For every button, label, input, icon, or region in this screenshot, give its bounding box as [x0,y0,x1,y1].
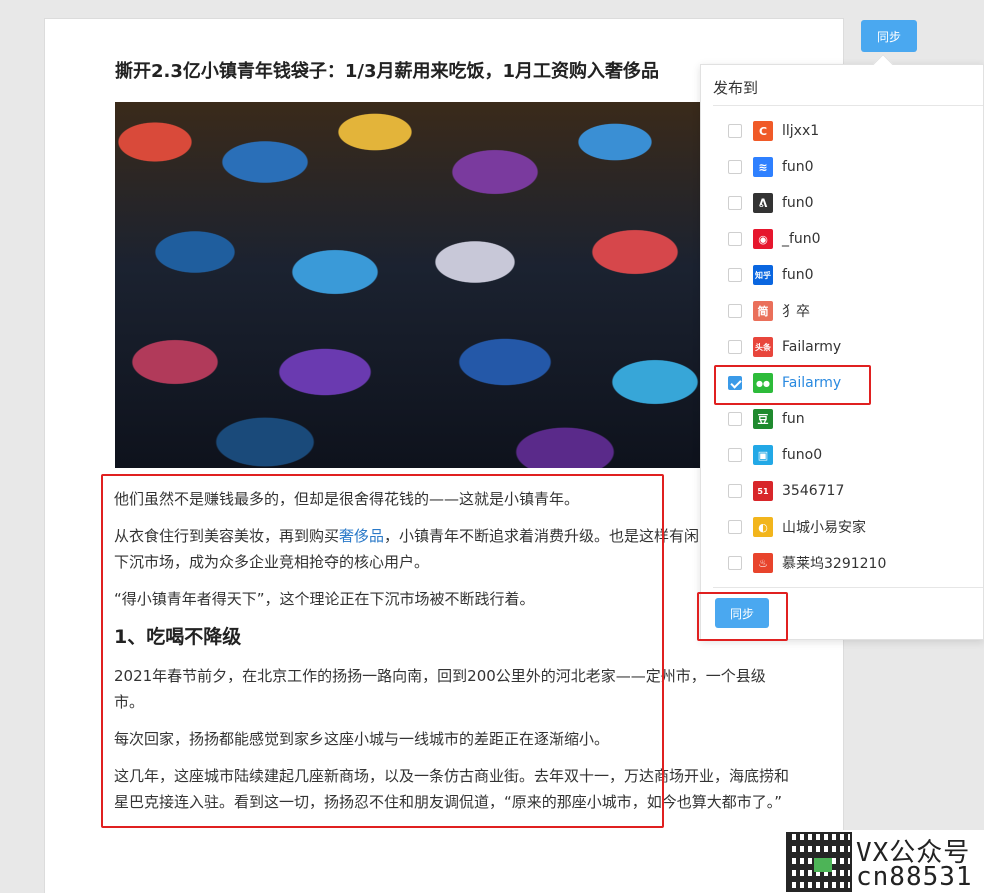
platform-item[interactable]: 头条 Failarmy [701,329,984,365]
platform-checkbox[interactable] [728,340,742,354]
panel-sync-button[interactable]: 同步 [715,598,769,628]
article-paragraph: 这几年，这座城市陆续建起几座新商场，以及一条仿古商业街。去年双十一，万达商场开业… [114,767,790,811]
platform-account-name: 3546717 [782,483,845,499]
segmentfault-icon: ᕕ [753,193,773,213]
platform-checkbox[interactable] [728,520,742,534]
platform-checkbox[interactable] [728,376,742,390]
platform-account-name: 犭卒 [782,304,810,320]
platform-account-name: fun0 [782,159,814,175]
platform-account-name: fun [782,411,805,427]
wechat-icon: ●● [753,373,773,393]
platform-account-name: lljxx1 [782,123,820,139]
platform-checkbox[interactable] [728,412,742,426]
article-paragraph: 他们虽然不是赚钱最多的，但却是很舍得花钱的——这就是小镇青年。 [114,490,580,508]
platform-checkbox[interactable] [728,448,742,462]
bilibili-icon: ▣ [753,445,773,465]
watermark-line2: cn88531 [856,862,973,892]
luxury-link[interactable]: 奢侈品 [339,527,384,545]
sohu-icon: ◐ [753,517,773,537]
platform-item[interactable]: ♨ 慕莱坞3291210 [701,545,984,581]
platform-checkbox[interactable] [728,160,742,174]
platform-item[interactable]: ◉ _fun0 [701,221,984,257]
platform-item[interactable]: Clljxx1 [701,113,984,149]
51cto-icon: 51 [753,481,773,501]
platform-account-name: _fun0 [782,231,821,247]
qr-code-icon [786,832,852,892]
jianshu-icon: 简 [753,301,773,321]
watermark: VX公众号 cn88531 [784,830,984,893]
divider [713,105,983,106]
article-paragraph: 每次回家，扬扬都能感觉到家乡这座小城与一线城市的差距正在逐渐缩小。 [114,730,610,748]
douban-icon: 豆 [753,409,773,429]
platform-checkbox[interactable] [728,268,742,282]
platform-checkbox[interactable] [728,484,742,498]
section-heading: 1、吃喝不降级 [114,626,242,648]
platform-checkbox[interactable] [728,232,742,246]
platform-item[interactable]: ᕕ fun0 [701,185,984,221]
platform-item[interactable]: 简犭卒 [701,293,984,329]
platform-item[interactable]: 知乎 fun0 [701,257,984,293]
platform-item[interactable]: ◐ 山城小易安家 [701,509,984,545]
toutiao-icon: 头条 [753,337,773,357]
publish-panel: 发布到 Clljxx1 ≋ fun0 ᕕ fun0 ◉ _fun0 知乎 fun0 简犭卒头条 Fa… [700,64,984,640]
platform-checkbox[interactable] [728,304,742,318]
platform-account-name: funo0 [782,447,823,463]
paragraph-text: 从衣食住行到美容美妆，再到购买 [114,527,340,545]
divider [713,587,983,588]
platform-account-name: 慕莱坞3291210 [782,556,887,572]
platform-item[interactable]: ≋ fun0 [701,149,984,185]
platform-item[interactable]: 51 3546717 [701,473,984,509]
article-hero-image [115,102,715,468]
platform-checkbox[interactable] [728,124,742,138]
platform-account-name: Failarmy [782,339,842,355]
platform-account-name: Failarmy [782,375,842,391]
platform-account-name: fun0 [782,195,814,211]
platform-list: Clljxx1 ≋ fun0 ᕕ fun0 ◉ _fun0 知乎 fun0 简犭卒头条 Failar… [701,113,984,581]
sync-button[interactable]: 同步 [861,20,917,52]
article-body: 他们虽然不是赚钱最多的，但却是很舍得花钱的——这就是小镇青年。 从衣食住行到美容… [114,486,794,826]
platform-item[interactable]: ▣ funo0 [701,437,984,473]
fire-icon: ♨ [753,553,773,573]
juejin-icon: ≋ [753,157,773,177]
csdn-icon: C [753,121,773,141]
platform-item[interactable]: 豆 fun [701,401,984,437]
article-paragraph: 2021年春节前夕，在北京工作的扬扬一路向南，回到200公里外的河北老家——定州… [114,667,766,711]
article-paragraph: “得小镇青年者得天下”，这个理论正在下沉市场被不断践行着。 [114,590,535,608]
platform-checkbox[interactable] [728,196,742,210]
article-paragraph: 从衣食住行到美容美妆，再到购买奢侈品，小镇青年不断追求着消费升级。也是这样有闲的… [114,523,794,575]
platform-checkbox[interactable] [728,556,742,570]
weibo-icon: ◉ [753,229,773,249]
platform-account-name: fun0 [782,267,814,283]
platform-account-name: 山城小易安家 [782,520,866,536]
platform-item[interactable]: ●● Failarmy [701,365,984,401]
article-title: 撕开2.3亿小镇青年钱袋子：1/3月薪用来吃饭，1月工资购入奢侈品 [115,61,660,82]
panel-title: 发布到 [713,79,759,97]
zhihu-icon: 知乎 [753,265,773,285]
